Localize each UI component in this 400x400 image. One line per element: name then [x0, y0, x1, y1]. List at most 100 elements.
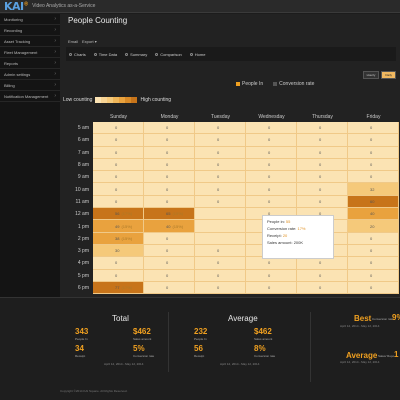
heatmap-cell[interactable]: 0	[297, 134, 348, 147]
heatmap-cell[interactable]: 0	[144, 122, 195, 135]
heatmap-cell[interactable]: 0	[195, 281, 246, 295]
email-button[interactable]: Email	[68, 39, 78, 44]
heatmap-cell[interactable]: 0	[144, 195, 195, 209]
sidebar-item-admin[interactable]: Admin settings ›	[0, 69, 60, 80]
heatmap-cell[interactable]: 40	[348, 208, 399, 221]
hourly-button[interactable]: Hourly	[362, 71, 380, 79]
heatmap-cell[interactable]: 60	[348, 195, 399, 209]
total-conv-label: Conversion rate	[133, 354, 155, 358]
heatmap-cell[interactable]: 0	[246, 122, 297, 135]
heatmap-cell[interactable]: 0	[144, 244, 195, 258]
kai-logo[interactable]: KAI®	[4, 0, 29, 13]
heatmap-cell[interactable]: 0	[348, 158, 399, 172]
heatmap-cell[interactable]	[195, 220, 246, 233]
average-receipt-label: Receipt	[194, 354, 205, 358]
heatmap-cell[interactable]: 0	[93, 257, 144, 270]
heatmap-cell[interactable]: 0	[93, 146, 144, 159]
heatmap-cell[interactable]: 0	[93, 122, 144, 135]
heatmap-cell[interactable]: 0	[93, 134, 144, 147]
tab-summary[interactable]: Summary	[125, 52, 147, 57]
heatmap-cell[interactable]: 49 (15%)	[93, 220, 144, 233]
heatmap-cell[interactable]: 0	[195, 158, 246, 172]
heatmap-cell[interactable]: 0	[144, 171, 195, 184]
heatmap-cell[interactable]: 0	[297, 146, 348, 159]
heatmap-cell[interactable]: 0	[246, 269, 297, 282]
heatmap-cell[interactable]: 0	[297, 257, 348, 270]
heatmap-cell[interactable]	[195, 232, 246, 245]
heatmap-cell[interactable]: 0	[93, 171, 144, 184]
heatmap-cell[interactable]: 0	[195, 195, 246, 209]
heatmap-cell[interactable]: 0	[348, 134, 399, 147]
heatmap-cell[interactable]: 0	[195, 122, 246, 135]
heatmap-cell[interactable]: 0	[246, 146, 297, 159]
export-button[interactable]: Export ▾	[82, 39, 97, 44]
tab-time-data[interactable]: Time Data	[93, 52, 117, 57]
heatmap-cell[interactable]: 0	[144, 183, 195, 196]
heatmap-cell[interactable]: 0	[144, 232, 195, 245]
heatmap-cell[interactable]: 0	[144, 269, 195, 282]
heatmap-cell[interactable]: 30	[93, 244, 144, 258]
sidebar-item-fleet[interactable]: Fleet Management ›	[0, 47, 60, 58]
hour-label: 1 pm	[77, 223, 89, 230]
heatmap-cell[interactable]: 0	[246, 281, 297, 295]
heatmap-cell[interactable]: 0	[246, 257, 297, 270]
heatmap-cell[interactable]: 0	[297, 269, 348, 282]
sidebar-item-asset-tracking[interactable]: Asset Tracking ›	[0, 36, 60, 47]
heatmap-cell[interactable]: 0	[297, 183, 348, 196]
heatmap-cell[interactable]: 40 (15%)	[144, 220, 195, 233]
daily-button[interactable]: Daily	[381, 71, 396, 79]
heatmap-cell[interactable]: 65 (15%)	[144, 208, 195, 221]
heatmap-cell[interactable]: 77 (17%)	[93, 281, 144, 295]
legend-conversion[interactable]: Conversion rate	[273, 81, 314, 87]
heatmap-cell[interactable]: 0	[297, 158, 348, 172]
sidebar-item-monitoring[interactable]: Monitoring ›	[0, 14, 60, 25]
tab-comparison[interactable]: Comparison	[155, 52, 182, 57]
heatmap-cell[interactable]: 0	[348, 257, 399, 270]
sidebar-item-notification[interactable]: Notification Management ›	[0, 91, 60, 102]
heatmap-cell[interactable]: 0	[195, 269, 246, 282]
heatmap-cell[interactable]: 0	[195, 183, 246, 196]
heatmap-cell[interactable]: 0	[297, 195, 348, 209]
sidebar-item-recording[interactable]: Recording ›	[0, 25, 60, 36]
heatmap-cell[interactable]: 0	[297, 122, 348, 135]
heatmap-cell[interactable]: 0	[246, 171, 297, 184]
heatmap-cell[interactable]: 0	[195, 146, 246, 159]
heatmap-cell[interactable]: 38 (15%)	[93, 232, 144, 245]
tab-home[interactable]: Home	[189, 52, 205, 57]
heatmap-cell[interactable]: 0	[195, 257, 246, 270]
heatmap-cell[interactable]: 0	[297, 171, 348, 184]
heatmap-cell[interactable]: 0	[195, 171, 246, 184]
heatmap-cell[interactable]: 0	[93, 158, 144, 172]
heatmap-cell[interactable]: 32	[348, 183, 399, 196]
heatmap-cell[interactable]: 0	[93, 195, 144, 209]
heatmap-cell[interactable]: 0	[348, 122, 399, 135]
heatmap-cell[interactable]: 0	[144, 134, 195, 147]
heatmap-cell[interactable]: 56 (17%)	[93, 208, 144, 221]
sidebar-item-reports[interactable]: Reports ›	[0, 58, 60, 69]
heatmap-cell[interactable]: 0	[144, 281, 195, 295]
heatmap-cell[interactable]: 20	[348, 220, 399, 233]
heatmap-cell[interactable]: 0	[348, 281, 399, 295]
heatmap-cell[interactable]: 0	[246, 183, 297, 196]
tab-charts[interactable]: Charts	[69, 52, 86, 57]
heatmap-cell[interactable]: 0	[246, 158, 297, 172]
heatmap-cell[interactable]: 0	[93, 183, 144, 196]
heatmap-cell[interactable]: 0	[195, 134, 246, 147]
heatmap-cell[interactable]: 0	[348, 269, 399, 282]
sidebar-item-billing[interactable]: Billing ›	[0, 80, 60, 91]
heatmap-cell[interactable]: 0	[348, 232, 399, 245]
heatmap-cell[interactable]: 0	[297, 281, 348, 295]
heatmap-cell[interactable]: 0	[144, 158, 195, 172]
heatmap-cell[interactable]: 0	[144, 257, 195, 270]
hour-label: 6 am	[77, 137, 89, 144]
heatmap-cell[interactable]: 0	[348, 244, 399, 258]
heatmap-cell[interactable]: 0	[348, 171, 399, 184]
heatmap-cell[interactable]: 0	[246, 134, 297, 147]
heatmap-cell[interactable]: 0	[93, 269, 144, 282]
legend-people-in[interactable]: People In	[236, 81, 263, 87]
heatmap-cell[interactable]: 0	[195, 244, 246, 258]
heatmap-cell[interactable]: 0	[348, 146, 399, 159]
heatmap-cell[interactable]	[195, 208, 246, 221]
heatmap-cell[interactable]: 0	[246, 195, 297, 209]
heatmap-cell[interactable]: 0	[144, 146, 195, 159]
